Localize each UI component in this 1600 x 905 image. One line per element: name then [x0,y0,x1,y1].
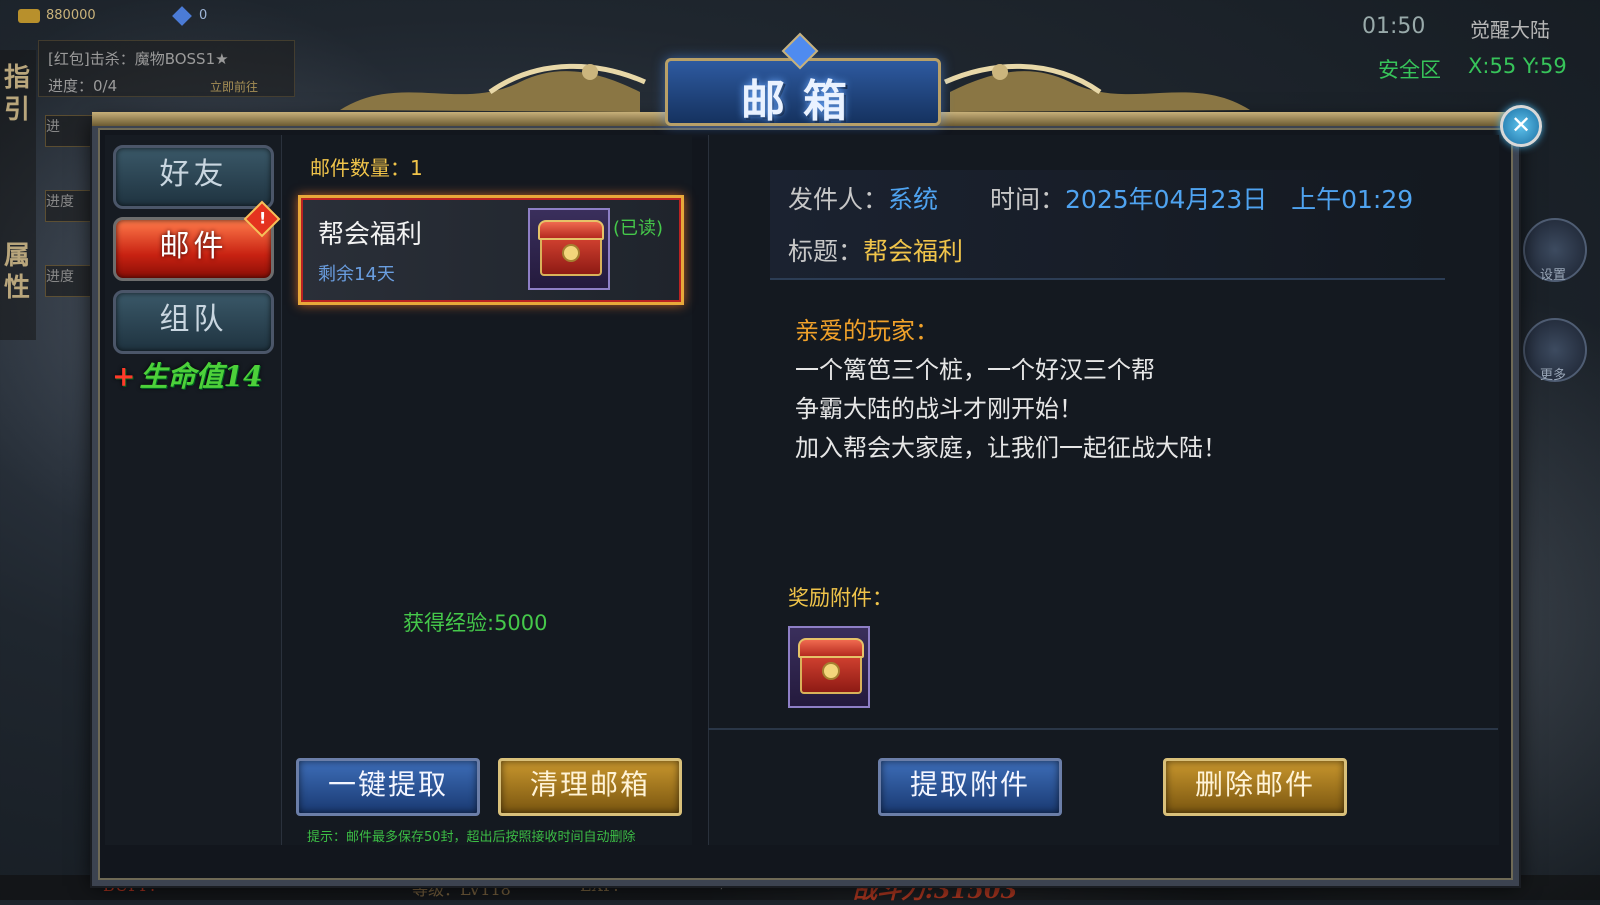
mail-item-title: 帮会福利 [318,220,423,250]
close-button[interactable]: ✕ [1500,105,1542,147]
gem-icon [172,5,192,26]
treasure-chest-icon [528,208,610,290]
mailbox-hint: 提示：邮件最多保存50封，超出后按照接收时间自动删除 [307,830,636,845]
dialog-title-banner: 邮箱 [665,58,941,127]
clear-mailbox-button[interactable]: 清理邮箱 [498,758,682,816]
tab-team[interactable]: 组队 [113,290,274,354]
mail-item-remaining: 剩余14天 [318,264,395,285]
quest-tracker-item[interactable]: 进 [45,115,99,147]
map-name: 觉醒大陆 [1470,18,1550,42]
mail-greeting: 亲爱的玩家： [795,317,939,345]
mail-time: 时间：2025年04月23日 上午01:29 [990,185,1414,214]
safe-zone-label: 安全区 [1378,58,1441,82]
tab-friends[interactable]: 好友 [113,145,274,209]
mail-body-line: 争霸大陆的战斗才刚开始！ [795,395,1083,423]
quest-title: [红包]击杀：魔物BOSS1★ [48,50,229,68]
player-coords: X:55 Y:59 [1468,54,1567,78]
reward-attachment-label: 奖励附件： [788,586,893,610]
exp-reward-text: 获得经验:5000 [403,611,548,635]
quest-go-link[interactable]: 立即前往 [210,78,258,95]
delete-mail-button[interactable]: 删除邮件 [1163,758,1347,816]
mail-body-line: 一个篱笆三个桩，一个好汉三个帮 [795,356,1155,384]
gold-counter: 880000 [18,8,96,23]
quest-progress: 进度：0/4 [48,77,118,95]
settings-label: 设置 [1540,268,1567,283]
tab-mail[interactable]: 邮件 [113,217,274,281]
hp-gain-popup: + 生命值14 [112,360,263,393]
mail-sender: 发件人：系统 [788,185,939,214]
mail-body-line: 加入帮会大家庭，让我们一起征战大陆！ [795,434,1227,462]
gold-icon [18,8,40,23]
gem-counter: 0 [172,5,207,26]
claim-attachment-button[interactable]: 提取附件 [878,758,1062,816]
treasure-chest-icon[interactable] [788,626,870,708]
detail-divider [708,728,1498,730]
mail-subject: 标题：帮会福利 [788,237,964,266]
right-dragon-ornament [943,63,1250,112]
more-label: 更多 [1540,368,1567,383]
dialog-title: 邮箱 [741,76,865,127]
claim-all-button[interactable]: 一键提取 [296,758,480,816]
guide-side-tab[interactable]: 指引 [4,62,34,126]
quest-tracker-item[interactable]: 进度 [45,190,99,222]
left-dragon-ornament [340,63,647,112]
mail-read-status: (已读) [613,218,664,239]
attributes-side-tab[interactable]: 属性 [4,240,34,304]
game-clock: 01:50 [1362,14,1426,39]
quest-tracker-item[interactable]: 进度 [45,265,99,297]
mail-count: 邮件数量：1 [310,156,423,180]
